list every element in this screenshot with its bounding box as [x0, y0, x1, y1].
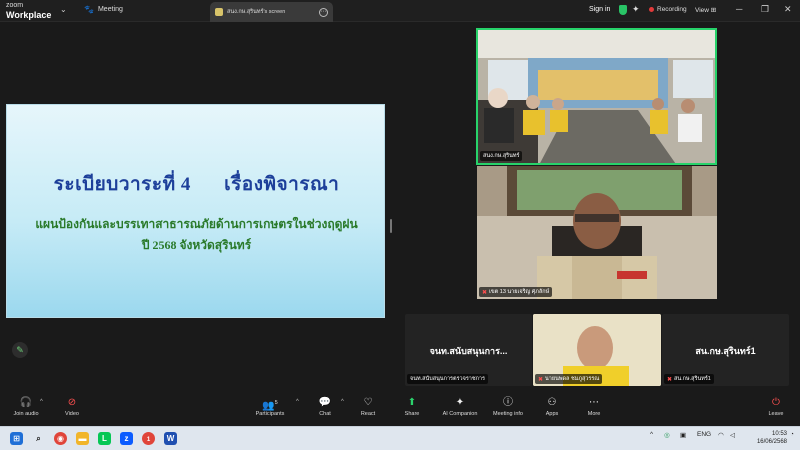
join-audio-label: Join audio [13, 411, 39, 417]
clock-time: 10:53 [771, 431, 787, 437]
participant-name: สน.กษ.สุรินทร์1 [674, 376, 711, 382]
mic-off-icon: ✖ [482, 289, 488, 296]
copilot-icon[interactable]: ◎ [664, 431, 670, 439]
leave-icon: ⏻ [772, 397, 780, 408]
share-label: Share [404, 411, 420, 417]
mic-off-icon: ✖ [538, 376, 544, 383]
react-label: React [360, 411, 376, 417]
participants-button[interactable]: 👥5 Participants [240, 396, 300, 417]
windows-start-icon[interactable]: ⊞ [10, 432, 23, 445]
slide-title: ระเบียบวาระที่ 4 เรื่องพิจารณา [7, 169, 386, 199]
chrome-badge: 1 [146, 437, 151, 443]
meeting-tab-label: Meeting [97, 6, 123, 13]
title-bar: zoom Workplace ⌄ 🐾 Meeting สนง.กษ.สุรินท… [0, 0, 800, 22]
participant-label: ✖ นายนพดล ชมภูสุวรรณ [535, 374, 603, 384]
maximize-icon[interactable]: ❐ [761, 4, 769, 15]
more-options-icon[interactable]: ⋯ [319, 7, 328, 17]
conference-room-image [478, 30, 715, 163]
video-off-icon: ⊘ [67, 397, 77, 408]
paw-icon: 🐾 [84, 5, 94, 14]
chat-label: Chat [319, 411, 331, 417]
meeting-info-label: Meeting info [493, 411, 523, 417]
more-label: More [587, 411, 601, 417]
chrome-profile-icon[interactable]: 1 [142, 432, 155, 445]
participant-tile-support[interactable]: จนท.สนับสนุนการ... จนท.สนับสนุนการตรวจรา… [405, 314, 532, 386]
shield-icon[interactable] [619, 5, 627, 15]
ai-sparkle-icon[interactable]: ✦ [632, 4, 640, 15]
zoom-taskbar-icon[interactable]: z [120, 432, 133, 445]
participant-tile-surin1[interactable]: สน.กษ.สุรินทร์1 ✖ สน.กษ.สุรินทร์1 [662, 314, 789, 386]
meeting-toolbar: 🎧 Join audio ^ ⊘ Video 👥5 Participants ^ 💬 C… [0, 396, 800, 426]
participant-label: สนง.กษ.สุรินทร์ [480, 151, 523, 161]
participant-tile-video[interactable]: ✖ นายนพดล ชมภูสุวรรณ [533, 314, 661, 386]
annotate-pen-icon[interactable]: ✎ [12, 342, 28, 358]
chevron-down-icon[interactable]: ⌄ [60, 5, 67, 14]
video-tile-official[interactable]: ✖ เขต 13 นายเจริญ ศุภลักษ์ [477, 166, 717, 299]
more-icon: ⋯ [589, 397, 599, 408]
language-indicator[interactable]: ENG [697, 431, 711, 438]
zoom-window: zoom Workplace ⌄ 🐾 Meeting สนง.กษ.สุรินท… [0, 0, 800, 450]
view-label: View [695, 7, 709, 14]
participant-name: สนง.กษ.สุรินทร์ [483, 153, 520, 159]
wifi-icon[interactable]: ◠ [718, 431, 724, 439]
participant-label: ✖ เขต 13 นายเจริญ ศุภลักษ์ [479, 287, 553, 297]
mic-off-icon: ✖ [667, 376, 673, 383]
slide-subtitle-line1: แผนป้องกันและบรรเทาสาธารณภัยด้านการเกษตร… [35, 217, 358, 231]
record-dot-icon [649, 7, 654, 12]
shared-screen-slide: ระเบียบวาระที่ 4 เรื่องพิจารณา แผนป้องกั… [6, 104, 385, 318]
taskbar-clock[interactable]: 10:53 16/06/2568 [747, 430, 787, 446]
sign-in-link[interactable]: Sign in [589, 6, 610, 13]
participant-name: เขต 13 นายเจริญ ศุภลักษ์ [489, 289, 550, 295]
participant-name: จนท.สนับสนุนการตรวจราชการ [410, 376, 485, 382]
video-tile-conference-room[interactable]: สนง.กษ.สุรินทร์ [476, 28, 717, 165]
screen-share-tab-label: สนง.กษ.สุรินทร์'s screen [227, 9, 286, 15]
video-label: Video [65, 411, 79, 417]
minimize-icon[interactable]: ─ [736, 4, 742, 14]
slide-title-agenda: ระเบียบวาระที่ 4 [53, 174, 191, 195]
split-drag-handle[interactable] [390, 219, 392, 233]
leave-label: Leave [768, 411, 784, 417]
tile-name: จนท.สนับสนุนการ... [429, 346, 508, 356]
clock-date: 16/06/2568 [756, 439, 787, 445]
slide-subtitle-line2: ปี 2568 จังหวัดสุรินทร์ [141, 238, 252, 252]
apps-label: Apps [545, 411, 559, 417]
participant-label: จนท.สนับสนุนการตรวจราชการ [407, 374, 488, 384]
recording-label: Recording [657, 6, 687, 13]
participants-icon: 👥5 [262, 400, 278, 412]
app-icon [215, 8, 223, 16]
official-image [477, 166, 717, 299]
participants-label: Participants [255, 411, 285, 417]
windows-taskbar: ⊞ ⌕ ◉ ▬ L z 1 W ^ ◎ ▣ ENG ◠ ◁ 10:53 16/0… [0, 426, 800, 450]
file-explorer-icon[interactable]: ▬ [76, 432, 89, 445]
ai-companion-label: AI Companion [442, 411, 478, 417]
meeting-tab[interactable]: 🐾 Meeting [84, 5, 123, 14]
participants-count: 5 [274, 400, 278, 406]
tray-app-icon[interactable]: ▣ [680, 431, 686, 439]
video-button[interactable]: ⊘ Video [42, 396, 102, 417]
view-button[interactable]: View ⊞ [695, 6, 716, 14]
close-icon[interactable]: ✕ [784, 4, 792, 15]
recording-indicator[interactable]: Recording [649, 6, 687, 13]
word-icon[interactable]: W [164, 432, 177, 445]
line-icon[interactable]: L [98, 432, 111, 445]
notification-bell-icon[interactable]: ◔ [790, 431, 794, 438]
chevron-up-icon[interactable]: ^ [650, 431, 653, 438]
tile-name: สน.กษ.สุรินทร์1 [695, 346, 756, 356]
screen-share-tab[interactable]: สนง.กษ.สุรินทร์'s screen ⋯ [210, 2, 333, 22]
search-icon[interactable]: ⌕ [32, 432, 45, 445]
logo-top-text: zoom [6, 2, 24, 9]
participant-label: ✖ สน.กษ.สุรินทร์1 [664, 374, 714, 384]
participant-name: นายนพดล ชมภูสุวรรณ [545, 376, 600, 382]
chrome-icon[interactable]: ◉ [54, 432, 67, 445]
speaker-icon[interactable]: ◁ [730, 431, 735, 439]
logo-bottom-text: Workplace [6, 10, 52, 20]
more-button[interactable]: ⋯ More [564, 396, 624, 417]
zoom-logo: zoom Workplace [6, 2, 51, 20]
leave-button[interactable]: ⏻ Leave [746, 396, 800, 417]
slide-title-topic: เรื่องพิจารณา [224, 174, 340, 195]
